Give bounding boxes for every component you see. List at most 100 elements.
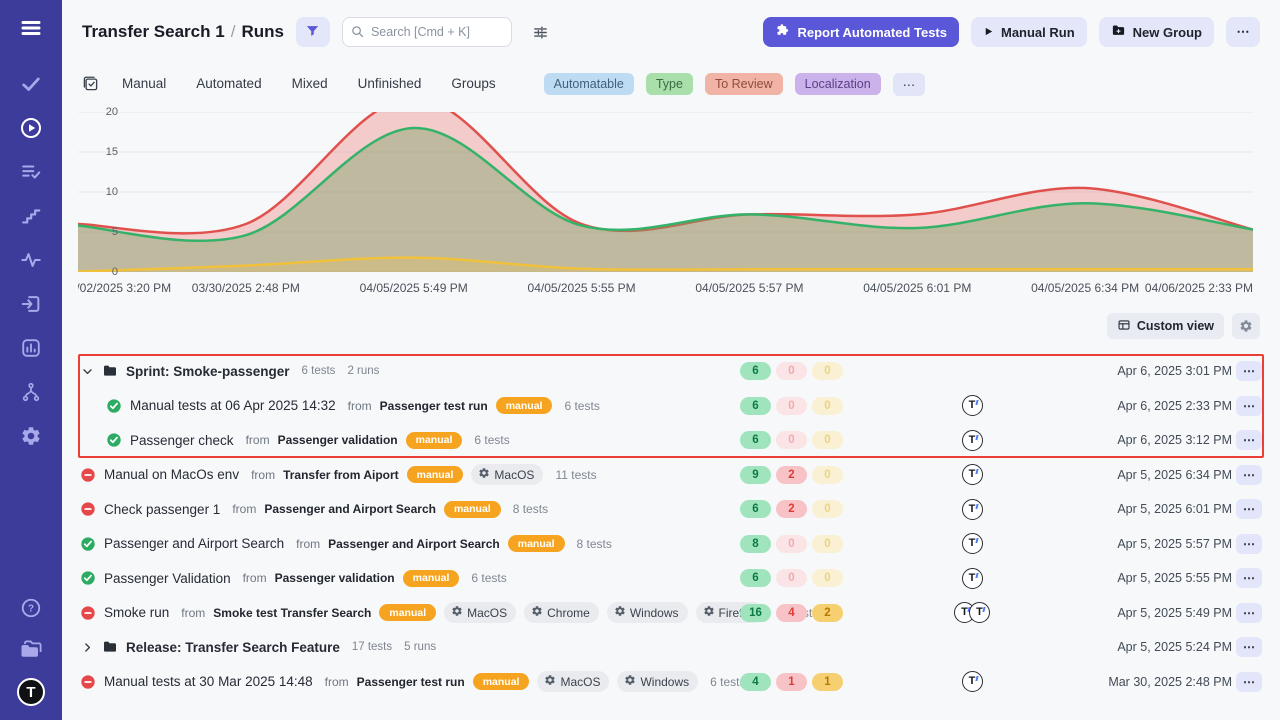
- tab-manual[interactable]: Manual: [122, 76, 166, 91]
- sidebar-item-bar-chart-icon[interactable]: [19, 336, 43, 360]
- filter-tag-localization[interactable]: Localization: [795, 73, 881, 95]
- environment-badge: MacOS: [444, 602, 516, 623]
- assignee-avatars: T: [862, 499, 1082, 520]
- failed-count-pill: 0: [776, 569, 807, 587]
- sidebar-item-steps-icon[interactable]: [19, 204, 43, 228]
- passed-count-pill: 8: [740, 535, 771, 553]
- row-more-button[interactable]: ⋯: [1236, 499, 1262, 519]
- tab-automated[interactable]: Automated: [196, 76, 261, 91]
- row-more-button[interactable]: ⋯: [1236, 637, 1262, 657]
- chevron-down-icon[interactable]: [80, 365, 94, 378]
- run-title[interactable]: Smoke run: [104, 605, 169, 620]
- chevron-right-icon[interactable]: [80, 641, 94, 654]
- sidebar-item-help-icon[interactable]: ?: [19, 596, 43, 620]
- menu-icon[interactable]: [19, 16, 43, 40]
- filter-button[interactable]: [296, 17, 330, 47]
- view-toolbar: Custom view: [62, 306, 1280, 346]
- tab-mixed[interactable]: Mixed: [292, 76, 328, 91]
- skipped-count-pill: 0: [812, 500, 843, 518]
- filter-tag-type[interactable]: Type: [646, 73, 693, 95]
- tab-groups[interactable]: Groups: [451, 76, 495, 91]
- run-title[interactable]: Manual tests at 30 Mar 2025 14:48: [104, 674, 313, 689]
- filter-tag-to-review[interactable]: To Review: [705, 73, 783, 95]
- run-row[interactable]: Check passenger 1fromPassenger and Airpo…: [62, 492, 1280, 527]
- results-pills: 600: [740, 397, 862, 415]
- skipped-count-pill: 1: [812, 673, 843, 691]
- manual-badge: manual: [496, 397, 553, 414]
- sidebar-item-check-icon[interactable]: [19, 72, 43, 96]
- sidebar-item-list-check-icon[interactable]: [19, 160, 43, 184]
- row-more-button[interactable]: ⋯: [1236, 430, 1262, 450]
- run-source: Smoke test Transfer Search: [213, 606, 371, 620]
- passed-icon: [106, 398, 122, 414]
- sidebar-item-projects-icon[interactable]: [19, 637, 43, 661]
- run-row[interactable]: Passenger and Airport SearchfromPassenge…: [62, 527, 1280, 562]
- search-input[interactable]: [342, 17, 512, 47]
- x-tick-label: 04/05/2025 6:01 PM: [863, 281, 971, 295]
- custom-view-button[interactable]: Custom view: [1107, 313, 1224, 339]
- filter-tag-automatable[interactable]: Automatable: [544, 73, 634, 95]
- run-row[interactable]: Passenger ValidationfromPassenger valida…: [62, 561, 1280, 596]
- manual-badge: manual: [508, 535, 565, 552]
- group-row[interactable]: Release: Transfer Search Feature17 tests…: [62, 630, 1280, 665]
- passed-count-pill: 6: [740, 431, 771, 449]
- environment-badge: Windows: [617, 671, 698, 692]
- results-pills: 920: [740, 466, 862, 484]
- run-row[interactable]: Manual tests at 06 Apr 2025 14:32fromPas…: [62, 389, 1280, 424]
- sidebar-item-gear-icon[interactable]: [19, 424, 43, 448]
- header-more-button[interactable]: ⋯: [1226, 17, 1260, 47]
- user-avatar[interactable]: T: [17, 678, 45, 706]
- run-source: Passenger and Airport Search: [264, 502, 436, 516]
- manual-badge: manual: [403, 570, 460, 587]
- breadcrumb-page: Runs: [241, 22, 284, 41]
- sidebar-item-activity-icon[interactable]: [19, 248, 43, 272]
- row-more-button[interactable]: ⋯: [1236, 465, 1262, 485]
- failed-icon: [80, 467, 96, 483]
- run-title[interactable]: Passenger and Airport Search: [104, 536, 284, 551]
- manual-badge: manual: [379, 604, 436, 621]
- row-more-button[interactable]: ⋯: [1236, 603, 1262, 623]
- row-more-button[interactable]: ⋯: [1236, 396, 1262, 416]
- results-pills: 800: [740, 535, 862, 553]
- skipped-count-pill: 2: [812, 604, 843, 622]
- row-more-button[interactable]: ⋯: [1236, 534, 1262, 554]
- new-group-label: New Group: [1133, 25, 1202, 40]
- folder-plus-icon: [1111, 23, 1126, 41]
- run-title[interactable]: Manual on MacOs env: [104, 467, 239, 482]
- y-tick-label: 10: [106, 186, 118, 198]
- row-more-button[interactable]: ⋯: [1236, 672, 1262, 692]
- x-tick-label: 04/05/2025 5:55 PM: [528, 281, 636, 295]
- from-label: from: [348, 399, 372, 413]
- filter-tag--[interactable]: ⋯: [893, 73, 926, 96]
- run-title[interactable]: Manual tests at 06 Apr 2025 14:32: [130, 398, 336, 413]
- run-row[interactable]: Passenger checkfromPassenger validationm…: [62, 423, 1280, 458]
- sidebar-item-branch-icon[interactable]: [19, 380, 43, 404]
- breadcrumb-project[interactable]: Transfer Search 1: [82, 22, 225, 41]
- row-more-button[interactable]: ⋯: [1236, 568, 1262, 588]
- failed-count-pill: 0: [776, 431, 807, 449]
- row-more-button[interactable]: ⋯: [1236, 361, 1262, 381]
- adjustments-icon[interactable]: [524, 17, 558, 47]
- tab-unfinished[interactable]: Unfinished: [358, 76, 422, 91]
- failed-count-pill: 0: [776, 535, 807, 553]
- manual-run-button[interactable]: Manual Run: [971, 17, 1087, 47]
- run-date: Apr 6, 2025 3:01 PM: [1082, 364, 1232, 378]
- sidebar-item-play-circle-icon[interactable]: [19, 116, 43, 140]
- report-automated-tests-button[interactable]: Report Automated Tests: [763, 17, 959, 47]
- select-all-icon[interactable]: [82, 75, 100, 93]
- x-tick-label: 04/05/2025 6:34 PM: [1031, 281, 1139, 295]
- run-row[interactable]: Manual tests at 30 Mar 2025 14:48fromPas…: [62, 665, 1280, 700]
- tests-count: 8 tests: [513, 502, 548, 516]
- y-tick-label: 15: [106, 146, 118, 158]
- run-title[interactable]: Passenger check: [130, 433, 234, 448]
- sidebar-item-sign-in-icon[interactable]: [19, 292, 43, 316]
- passed-count-pill: 16: [740, 604, 771, 622]
- skipped-count-pill: 0: [812, 397, 843, 415]
- new-group-button[interactable]: New Group: [1099, 17, 1214, 47]
- group-row[interactable]: Sprint: Smoke-passenger6 tests2 runs600A…: [62, 354, 1280, 389]
- run-title[interactable]: Passenger Validation: [104, 571, 231, 586]
- view-settings-gear-icon[interactable]: [1232, 313, 1260, 339]
- run-row[interactable]: Manual on MacOs envfromTransfer from Aip…: [62, 458, 1280, 493]
- run-title[interactable]: Check passenger 1: [104, 502, 220, 517]
- run-row[interactable]: Smoke runfromSmoke test Transfer Searchm…: [62, 596, 1280, 631]
